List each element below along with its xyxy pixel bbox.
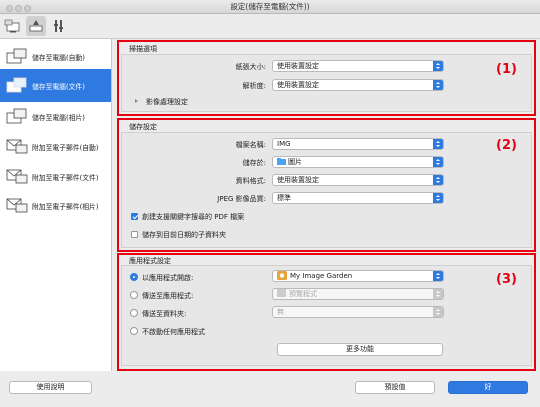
send-to-app-radio[interactable]: [130, 291, 138, 299]
image-processing-toggle[interactable]: 影像處理設定: [146, 97, 188, 107]
sidebar: 儲存至電腦(自動) 儲存至電腦(文件) 儲存至電腦(相片) 附加至電子郵件(自動…: [0, 39, 112, 371]
tab-scan-from-panel[interactable]: [26, 16, 46, 36]
file-name-label: 檔案名稱:: [235, 141, 266, 149]
chevron-updown-icon: [433, 307, 443, 317]
sidebar-item-label: 附加至電子郵件(文件): [32, 174, 99, 182]
jpeg-quality-label: JPEG 影像品質:: [217, 195, 266, 203]
send-to-app-label: 傳送至應用程式:: [142, 292, 194, 300]
sidebar-item-save-photo[interactable]: 儲存至電腦(相片): [0, 100, 111, 133]
sidebar-item-label: 儲存至電腦(相片): [32, 114, 85, 122]
section-number-1: (1): [496, 62, 517, 77]
help-button[interactable]: 使用說明: [9, 381, 92, 394]
zoom-window-button[interactable]: [24, 5, 31, 12]
section-number-3: (3): [496, 272, 517, 287]
send-to-folder-label: 傳送至資料夾:: [142, 310, 187, 318]
chevron-updown-icon: [433, 289, 443, 299]
subfolder-label: 儲存到目前日期的子資料夾: [142, 231, 226, 239]
open-with-app-select[interactable]: My Image Garden: [272, 270, 444, 282]
email-icon: [6, 139, 28, 154]
open-with-app-value: My Image Garden: [290, 272, 353, 280]
paper-size-select[interactable]: 使用裝置設定: [272, 60, 444, 72]
save-in-label: 儲存於:: [242, 159, 266, 167]
save-in-value: 圖片: [288, 158, 302, 166]
chevron-updown-icon: [433, 80, 443, 90]
send-to-app-value: 預覽程式: [289, 290, 317, 298]
chevron-updown-icon: [433, 271, 443, 281]
tools-icon: [54, 20, 63, 32]
file-name-value: IMG: [277, 140, 291, 148]
scanner-panel-icon: [29, 20, 43, 32]
save-to-computer-icon: [6, 48, 27, 64]
scan-options-title: 掃描選項: [129, 45, 157, 53]
folder-icon: [277, 158, 286, 165]
do-not-start-radio[interactable]: [130, 327, 138, 335]
minimize-window-button[interactable]: [15, 5, 22, 12]
sidebar-item-email-auto[interactable]: 附加至電子郵件(自動): [0, 130, 111, 163]
chevron-updown-icon: [433, 175, 443, 185]
send-to-app-select[interactable]: 預覽程式: [272, 288, 444, 300]
chevron-updown-icon: [433, 157, 443, 167]
pdf-keyword-checkbox[interactable]: [131, 213, 138, 220]
subfolder-checkbox[interactable]: [131, 231, 138, 238]
chevron-updown-icon: [433, 61, 443, 71]
sidebar-item-label: 儲存至電腦(自動): [32, 54, 85, 62]
computer-scan-icon: [4, 19, 20, 33]
tab-general-settings[interactable]: [49, 16, 69, 36]
sidebar-item-label: 附加至電子郵件(相片): [32, 203, 99, 211]
email-icon: [6, 169, 28, 184]
paper-size-label: 紙張大小:: [235, 63, 266, 71]
resolution-value: 使用裝置設定: [277, 81, 319, 89]
sidebar-item-save-document[interactable]: 儲存至電腦(文件): [0, 69, 111, 102]
save-to-computer-icon: [6, 77, 27, 93]
app-settings-title: 應用程式設定: [129, 257, 171, 265]
resolution-select[interactable]: 使用裝置設定: [272, 79, 444, 91]
save-in-select[interactable]: 圖片: [272, 156, 444, 168]
open-with-app-label: 以應用程式開啟:: [142, 274, 194, 282]
paper-size-value: 使用裝置設定: [277, 62, 319, 70]
resolution-label: 解析度:: [242, 82, 266, 90]
chevron-updown-icon: [433, 139, 443, 149]
jpeg-quality-value: 標準: [277, 194, 291, 202]
do-not-start-label: 不啟動任何應用程式: [142, 328, 205, 336]
send-to-folder-radio[interactable]: [130, 309, 138, 317]
open-with-app-radio[interactable]: [130, 273, 138, 281]
sidebar-item-email-photo[interactable]: 附加至電子郵件(相片): [0, 189, 111, 222]
app-icon: [277, 271, 287, 280]
send-to-folder-value: 無: [277, 308, 284, 316]
close-window-button[interactable]: [6, 5, 13, 12]
send-to-folder-select[interactable]: 無: [272, 306, 444, 318]
data-format-value: 使用裝置設定: [277, 176, 319, 184]
sidebar-item-label: 儲存至電腦(文件): [32, 83, 85, 91]
tab-scan-from-computer[interactable]: [3, 16, 23, 36]
chevron-updown-icon: [433, 193, 443, 203]
save-to-computer-icon: [6, 108, 27, 124]
defaults-button[interactable]: 預設值: [355, 381, 435, 394]
jpeg-quality-select[interactable]: 標準: [272, 192, 444, 204]
pdf-keyword-label: 創建支援關鍵字搜尋的 PDF 檔案: [142, 213, 245, 221]
data-format-label: 資料格式:: [235, 177, 266, 185]
ok-button[interactable]: 好: [448, 381, 528, 394]
data-format-select[interactable]: 使用裝置設定: [272, 174, 444, 186]
sidebar-item-label: 附加至電子郵件(自動): [32, 144, 99, 152]
title-bar: 設定(儲存至電腦(文件)): [0, 0, 540, 14]
email-icon: [6, 198, 28, 213]
more-functions-button[interactable]: 更多功能: [277, 343, 443, 356]
save-settings-title: 儲存設定: [129, 123, 157, 131]
section-number-2: (2): [496, 138, 517, 153]
toolbar: [0, 14, 540, 39]
window-title: 設定(儲存至電腦(文件)): [230, 2, 310, 11]
preview-app-icon: [277, 289, 286, 297]
disclosure-triangle-icon[interactable]: [135, 99, 138, 103]
file-name-select[interactable]: IMG: [272, 138, 444, 150]
